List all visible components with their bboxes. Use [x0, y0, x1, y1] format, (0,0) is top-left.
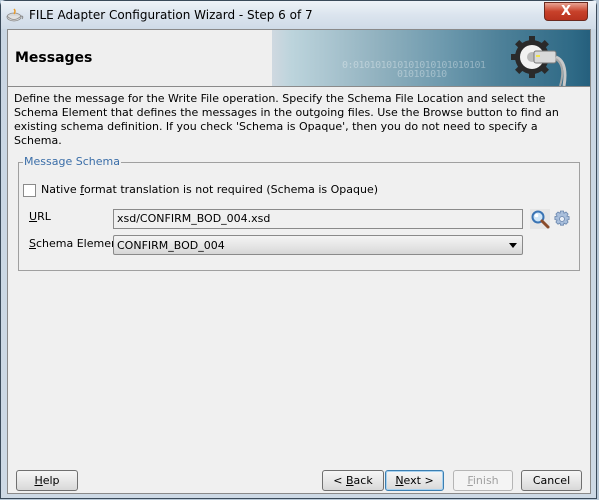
schema-element-label: Schema Element [29, 237, 122, 250]
gear-icon[interactable] [553, 210, 571, 228]
page-header: Messages 0:010101010101010101010101 0101… [8, 30, 590, 87]
label-mnemonic: U [29, 210, 38, 223]
label-part: ext > [403, 474, 434, 487]
message-schema-group: Message Schema Native format translation… [18, 155, 580, 271]
label-mnemonic: H [34, 474, 43, 487]
label-part: RL [37, 210, 51, 223]
header-banner: 0:010101010101010101010101 010101010 [272, 30, 590, 86]
app-cup-icon [6, 8, 24, 22]
label-part: chema Element [35, 237, 123, 250]
help-button[interactable]: Help [16, 470, 78, 491]
close-button[interactable]: X [544, 2, 588, 21]
label-mnemonic: B [346, 474, 354, 487]
finish-button[interactable]: Finish [453, 470, 513, 491]
next-button[interactable]: Next > [385, 470, 444, 491]
banner-binary-text-2: 010101010 [397, 69, 447, 80]
page-title: Messages [15, 50, 93, 66]
label-mnemonic: S [29, 237, 36, 250]
url-field[interactable]: xsd/CONFIRM_BOD_004.xsd [113, 209, 523, 229]
close-icon: X [560, 4, 572, 19]
cancel-button[interactable]: Cancel [521, 470, 582, 491]
browse-search-icon[interactable] [530, 209, 550, 229]
label-part: < [333, 474, 346, 487]
schema-opaque-label[interactable]: Native format translation is not require… [41, 183, 378, 196]
page-description: Define the message for the Write File op… [14, 92, 559, 147]
adapter-gear-plug-icon [511, 36, 567, 86]
wizard-window: FILE Adapter Configuration Wizard - Step… [0, 0, 597, 499]
label-part: ack [353, 474, 373, 487]
schema-element-select[interactable]: CONFIRM_BOD_004 [113, 235, 523, 255]
label-part: ormat translation is not required (Schem… [84, 183, 379, 196]
title-bar[interactable]: FILE Adapter Configuration Wizard - Step… [1, 1, 596, 29]
label-part: Native [41, 183, 81, 196]
message-schema-legend: Message Schema [23, 155, 121, 168]
url-label: URL [29, 210, 51, 223]
schema-opaque-checkbox[interactable] [23, 184, 36, 197]
label-part: elp [42, 474, 60, 487]
schema-element-value: CONFIRM_BOD_004 [117, 239, 225, 252]
label-mnemonic: N [395, 474, 404, 487]
back-button[interactable]: < Back [322, 470, 384, 491]
label-part: inish [472, 474, 499, 487]
dropdown-arrow-icon[interactable] [509, 243, 517, 248]
window-title: FILE Adapter Configuration Wizard - Step… [29, 8, 313, 22]
wizard-client-area: Messages 0:010101010101010101010101 0101… [7, 29, 591, 494]
